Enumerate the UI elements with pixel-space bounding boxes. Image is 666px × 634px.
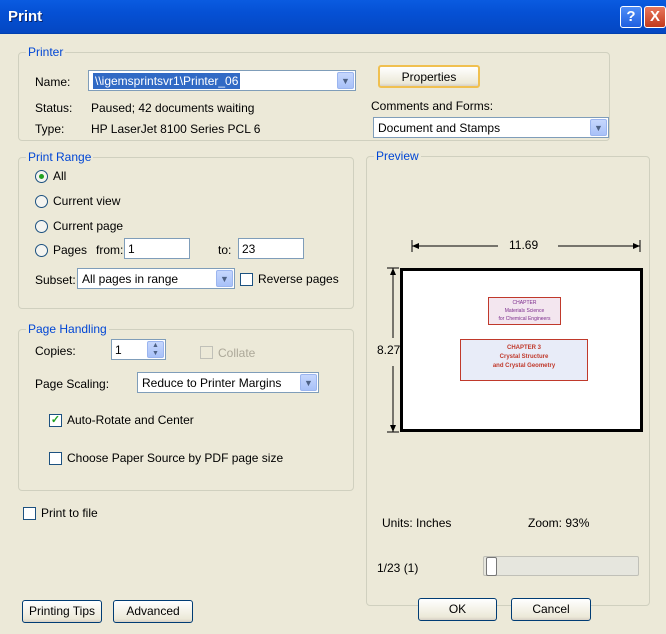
help-button[interactable]: ? [620, 6, 642, 28]
units-label: Units: Inches [382, 516, 452, 530]
print-dialog: Print ? X Printer Name: \\igemsprintsvr1… [0, 0, 666, 634]
subset-select[interactable]: All pages in range ▼ [77, 268, 235, 289]
properties-button[interactable]: Properties [378, 65, 480, 88]
printer-name-value: \\igemsprintsvr1\Printer_06 [93, 73, 241, 89]
pages-from-input[interactable]: 1 [124, 238, 190, 259]
stepper-arrows-icon[interactable]: ▲ ▼ [147, 341, 164, 358]
page-scaling-value: Reduce to Printer Margins [142, 376, 282, 390]
chevron-down-icon[interactable]: ▼ [337, 72, 354, 89]
doc-line: Crystal Structure [499, 354, 549, 360]
doc-line: Materials Science [504, 308, 545, 314]
current-page-radio[interactable] [35, 220, 48, 233]
all-radio[interactable] [35, 170, 48, 183]
doc-line: CHAPTER 3 [506, 345, 541, 351]
print-range-legend: Print Range [26, 150, 94, 164]
pages-from-label: from: [96, 243, 124, 257]
page-thumbnail: CHAPTER Materials Science for Chemical E… [400, 268, 643, 432]
doc-line: and Crystal Geometry [492, 363, 556, 369]
comments-forms-value: Document and Stamps [378, 121, 501, 135]
doc-title-box: CHAPTER Materials Science for Chemical E… [488, 297, 561, 325]
reverse-pages-label[interactable]: Reverse pages [258, 272, 339, 286]
title-bar[interactable]: Print ? X [0, 0, 666, 34]
window-title: Print [8, 8, 43, 25]
print-to-file-checkbox[interactable] [23, 507, 36, 520]
page-height-label: 8.27 [377, 343, 401, 357]
chevron-down-icon[interactable]: ▼ [300, 374, 317, 391]
printer-legend: Printer [26, 45, 66, 59]
copies-value: 1 [115, 343, 122, 357]
advanced-button[interactable]: Advanced [113, 600, 193, 623]
collate-checkbox[interactable] [200, 346, 213, 359]
auto-rotate-label[interactable]: Auto-Rotate and Center [67, 413, 194, 427]
chevron-down-icon[interactable]: ▼ [216, 270, 233, 287]
current-view-label[interactable]: Current view [53, 194, 120, 208]
page-scaling-select[interactable]: Reduce to Printer Margins ▼ [137, 372, 319, 393]
copies-stepper[interactable]: 1 ▲ ▼ [111, 339, 166, 360]
chevron-down-icon[interactable]: ▼ [590, 119, 607, 136]
close-button[interactable]: X [644, 6, 666, 28]
printing-tips-button[interactable]: Printing Tips [22, 600, 102, 623]
pages-radio[interactable] [35, 244, 48, 257]
page-handling-legend: Page Handling [26, 322, 109, 336]
comments-forms-label: Comments and Forms: [371, 99, 494, 113]
subset-label: Subset: [35, 273, 76, 287]
collate-label: Collate [218, 346, 256, 360]
doc-chapter-box: CHAPTER 3 Crystal Structure and Crystal … [460, 339, 588, 381]
paper-source-label[interactable]: Choose Paper Source by PDF page size [67, 451, 283, 465]
page-slider[interactable] [483, 556, 639, 576]
doc-line: for Chemical Engineers [498, 316, 551, 322]
all-label[interactable]: All [53, 169, 66, 183]
comments-forms-select[interactable]: Document and Stamps ▼ [373, 117, 609, 138]
printer-type-value: HP LaserJet 8100 Series PCL 6 [91, 122, 261, 136]
paper-source-checkbox[interactable] [49, 452, 62, 465]
page-indicator: 1/23 (1) [377, 561, 419, 575]
current-view-radio[interactable] [35, 195, 48, 208]
subset-value: All pages in range [82, 272, 179, 286]
zoom-label: Zoom: 93% [528, 516, 590, 530]
page-scaling-label: Page Scaling: [35, 377, 110, 391]
auto-rotate-checkbox[interactable]: ✓ [49, 414, 62, 427]
printer-status-value: Paused; 42 documents waiting [91, 101, 255, 115]
pages-label[interactable]: Pages [53, 243, 87, 257]
cancel-button[interactable]: Cancel [511, 598, 591, 621]
slider-thumb[interactable] [486, 557, 497, 576]
pages-to-label: to: [218, 243, 232, 257]
pages-to-input[interactable]: 23 [238, 238, 304, 259]
ok-button[interactable]: OK [418, 598, 497, 621]
page-width-label: 11.69 [509, 238, 539, 252]
current-page-label[interactable]: Current page [53, 219, 123, 233]
print-to-file-label[interactable]: Print to file [41, 506, 98, 520]
copies-label: Copies: [35, 344, 76, 358]
printer-name-label: Name: [35, 75, 71, 89]
reverse-pages-checkbox[interactable] [240, 273, 253, 286]
doc-line: CHAPTER [512, 300, 537, 306]
preview-legend: Preview [374, 149, 421, 163]
printer-status-label: Status: [35, 101, 73, 115]
printer-type-label: Type: [35, 122, 65, 136]
printer-name-select[interactable]: \\igemsprintsvr1\Printer_06 ▼ [88, 70, 356, 91]
